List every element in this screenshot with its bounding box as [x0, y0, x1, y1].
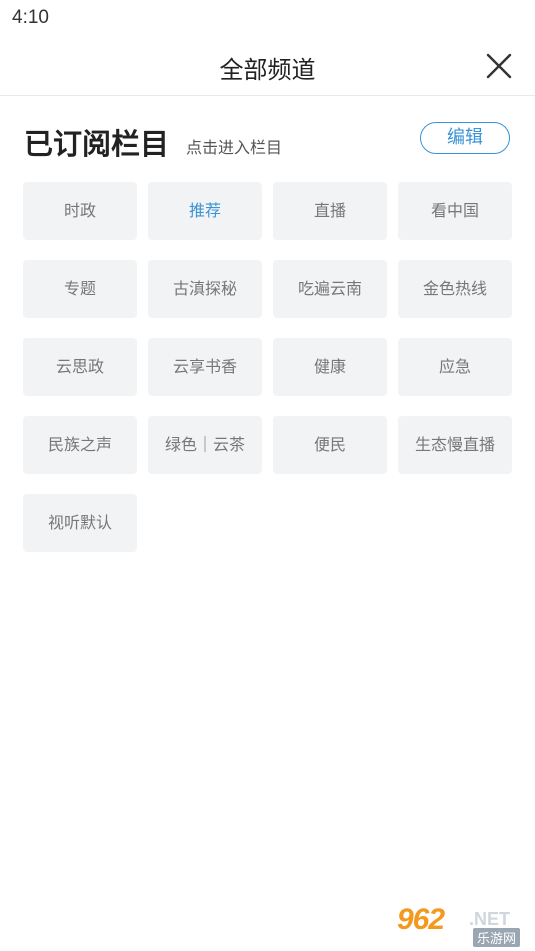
close-icon [486, 53, 512, 79]
watermark-main: 962 [397, 903, 445, 936]
header: 全部频道 [0, 38, 535, 96]
page-title: 全部频道 [219, 56, 316, 84]
channel-chip[interactable]: 金色热线 [398, 260, 512, 318]
channel-chip[interactable]: 绿色｜云茶 [148, 416, 262, 474]
channel-chip[interactable]: 吃遍云南 [273, 260, 387, 318]
channel-chip[interactable]: 云享书香 [148, 338, 262, 396]
channel-chip[interactable]: 古滇探秘 [148, 260, 262, 318]
watermark-sub: 乐游网 [473, 928, 521, 947]
channel-chip[interactable]: 云思政 [23, 338, 137, 396]
channel-chip[interactable]: 生态慢直播 [398, 416, 512, 474]
status-bar: 4:10 [0, 0, 535, 38]
edit-button[interactable]: 编辑 [420, 122, 510, 154]
close-button[interactable] [483, 50, 515, 82]
section-subtitle: 点击进入栏目 [186, 138, 283, 157]
channel-chip[interactable]: 便民 [273, 416, 387, 474]
channel-chip[interactable]: 健康 [273, 338, 387, 396]
channel-chip[interactable]: 看中国 [398, 182, 512, 240]
channel-chip[interactable]: 应急 [398, 338, 512, 396]
channel-chip[interactable]: 专题 [23, 260, 137, 318]
section-title: 已订阅栏目 [24, 127, 170, 161]
channel-chip[interactable]: 视听默认 [23, 494, 137, 552]
channel-chip[interactable]: 推荐 [148, 182, 262, 240]
subscribed-section-header: 已订阅栏目 点击进入栏目 编辑 [0, 96, 535, 176]
channel-chip[interactable]: 民族之声 [23, 416, 137, 474]
watermark-net: .NET [469, 909, 511, 929]
watermark-logo: 962 .NET 乐游网 [397, 903, 529, 947]
status-time: 4:10 [12, 7, 49, 28]
channel-chip[interactable]: 时政 [23, 182, 137, 240]
channel-chip[interactable]: 直播 [273, 182, 387, 240]
